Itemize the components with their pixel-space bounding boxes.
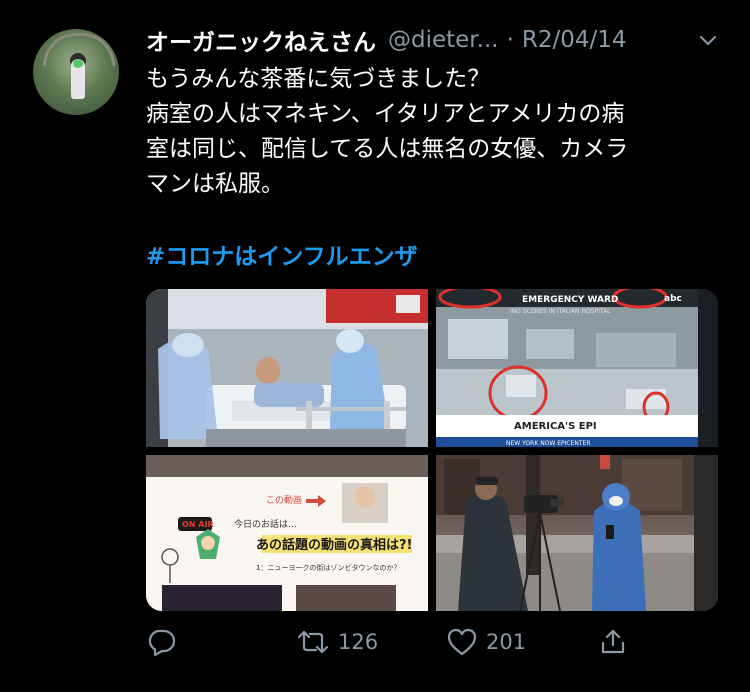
reply-button[interactable] <box>146 620 184 664</box>
subline-text: 1：ニューヨークの街はゾンビタウンなのか？ <box>256 563 400 572</box>
media-image-3[interactable]: この動画 ON AIR 今日のお話は… あの話題の動画の真相は?! 1：ニューヨ… <box>146 455 428 611</box>
banner-top-text: EMERGENCY WARD <box>522 295 618 305</box>
retweet-icon <box>296 627 330 657</box>
avatar-face <box>73 59 83 68</box>
today-topic-text: 今日のお話は… <box>234 518 297 530</box>
banner-sub-text: ING SCENES IN ITALIAN HOSPITAL <box>510 308 611 315</box>
tweet-text: もうみんな茶番に気づきました？ 病室の人はマネキン、イタリアとアメリカの病 室は… <box>146 62 726 202</box>
chevron-down-icon[interactable] <box>698 30 718 50</box>
user-handle[interactable]: @dieter... <box>388 27 499 53</box>
tweet-text-line: 病室の人はマネキン、イタリアとアメリカの病 <box>146 101 625 127</box>
tweet-date[interactable]: R2/04/14 <box>522 27 627 53</box>
retweet-button[interactable]: 126 <box>296 620 378 664</box>
share-button[interactable] <box>598 620 628 664</box>
headline-text: あの話題の動画の真相は?! <box>256 537 412 553</box>
tweet-text-line: 室は同じ、配信してる人は無名の女優、カメラ <box>146 136 629 162</box>
this-video-text: この動画 <box>266 495 302 506</box>
speech-bubble-icon <box>146 627 176 657</box>
media-grid: EMERGENCY WARD ING SCENES IN ITALIAN HOS… <box>146 289 718 611</box>
share-icon <box>598 627 628 657</box>
network-logo-text: abc <box>664 294 682 304</box>
retweet-count: 126 <box>338 630 379 654</box>
footer-text: AMERICA'S EPI <box>514 421 597 432</box>
like-count: 201 <box>486 630 527 654</box>
footer-small-text: NEW YORK NOW EPICENTER <box>506 440 591 447</box>
tweet-text-line: もうみんな茶番に気づきました？ <box>146 66 491 92</box>
on-air-text: ON AIR <box>182 520 214 529</box>
media-image-4[interactable] <box>436 455 718 611</box>
separator-dot: · <box>506 27 514 53</box>
display-name[interactable]: オーガニックねえさん <box>146 23 376 57</box>
tweet-card[interactable]: オーガニックねえさん @dieter... · R2/04/14 もうみんな茶番… <box>0 0 750 692</box>
media-image-1[interactable] <box>146 289 428 447</box>
like-button[interactable]: 201 <box>446 620 526 664</box>
tweet-text-line: マンは私服。 <box>146 171 284 197</box>
tweet-actions: 126 201 <box>146 620 726 664</box>
heart-icon <box>446 627 478 657</box>
media-image-2[interactable]: EMERGENCY WARD ING SCENES IN ITALIAN HOS… <box>436 289 718 447</box>
tweet-header: オーガニックねえさん @dieter... · R2/04/14 <box>146 20 627 60</box>
avatar[interactable] <box>33 29 119 115</box>
hashtag-link[interactable]: #コロナはインフルエンザ <box>146 237 418 271</box>
